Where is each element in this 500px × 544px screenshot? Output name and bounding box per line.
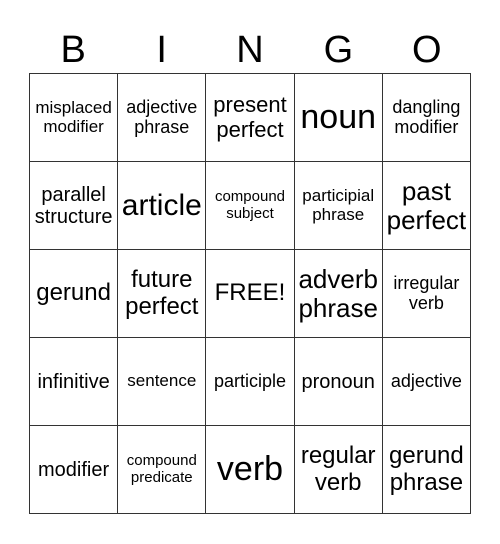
bingo-cell[interactable]: dangling modifier: [382, 74, 471, 162]
bingo-cell[interactable]: participial phrase: [294, 162, 383, 250]
header-letter-i: I: [156, 29, 167, 71]
header-letter-g: G: [323, 29, 354, 71]
bingo-cell[interactable]: past perfect: [382, 162, 471, 250]
bingo-cell[interactable]: article: [118, 162, 207, 250]
bingo-cell[interactable]: pronoun: [294, 338, 383, 426]
bingo-cell[interactable]: participle: [206, 338, 295, 426]
free-space-cell[interactable]: FREE!: [206, 250, 295, 338]
bingo-cell[interactable]: verb: [206, 426, 295, 514]
bingo-cell[interactable]: future perfect: [118, 250, 207, 338]
header-letter-b: B: [60, 29, 86, 71]
bingo-cell[interactable]: modifier: [30, 426, 119, 514]
bingo-cell[interactable]: irregular verb: [382, 250, 471, 338]
bingo-cell[interactable]: adverb phrase: [294, 250, 383, 338]
header-letter-o: O: [412, 29, 442, 71]
bingo-cell[interactable]: sentence: [118, 338, 207, 426]
bingo-cell[interactable]: present perfect: [206, 74, 295, 162]
bingo-card: misplaced modifier adjective phrase pres…: [29, 73, 471, 514]
bingo-cell[interactable]: parallel structure: [30, 162, 119, 250]
bingo-cell[interactable]: regular verb: [294, 426, 383, 514]
bingo-cell[interactable]: compound subject: [206, 162, 295, 250]
bingo-cell[interactable]: gerund phrase: [382, 426, 471, 514]
bingo-cell[interactable]: adjective: [382, 338, 471, 426]
bingo-cell[interactable]: noun: [294, 74, 383, 162]
bingo-cell[interactable]: gerund: [30, 250, 119, 338]
bingo-cell[interactable]: compound predicate: [118, 426, 207, 514]
bingo-cell[interactable]: adjective phrase: [118, 74, 207, 162]
bingo-cell[interactable]: infinitive: [30, 338, 119, 426]
bingo-cell[interactable]: misplaced modifier: [30, 74, 119, 162]
bingo-header: B I N G O: [29, 28, 471, 73]
header-letter-n: N: [236, 29, 264, 71]
